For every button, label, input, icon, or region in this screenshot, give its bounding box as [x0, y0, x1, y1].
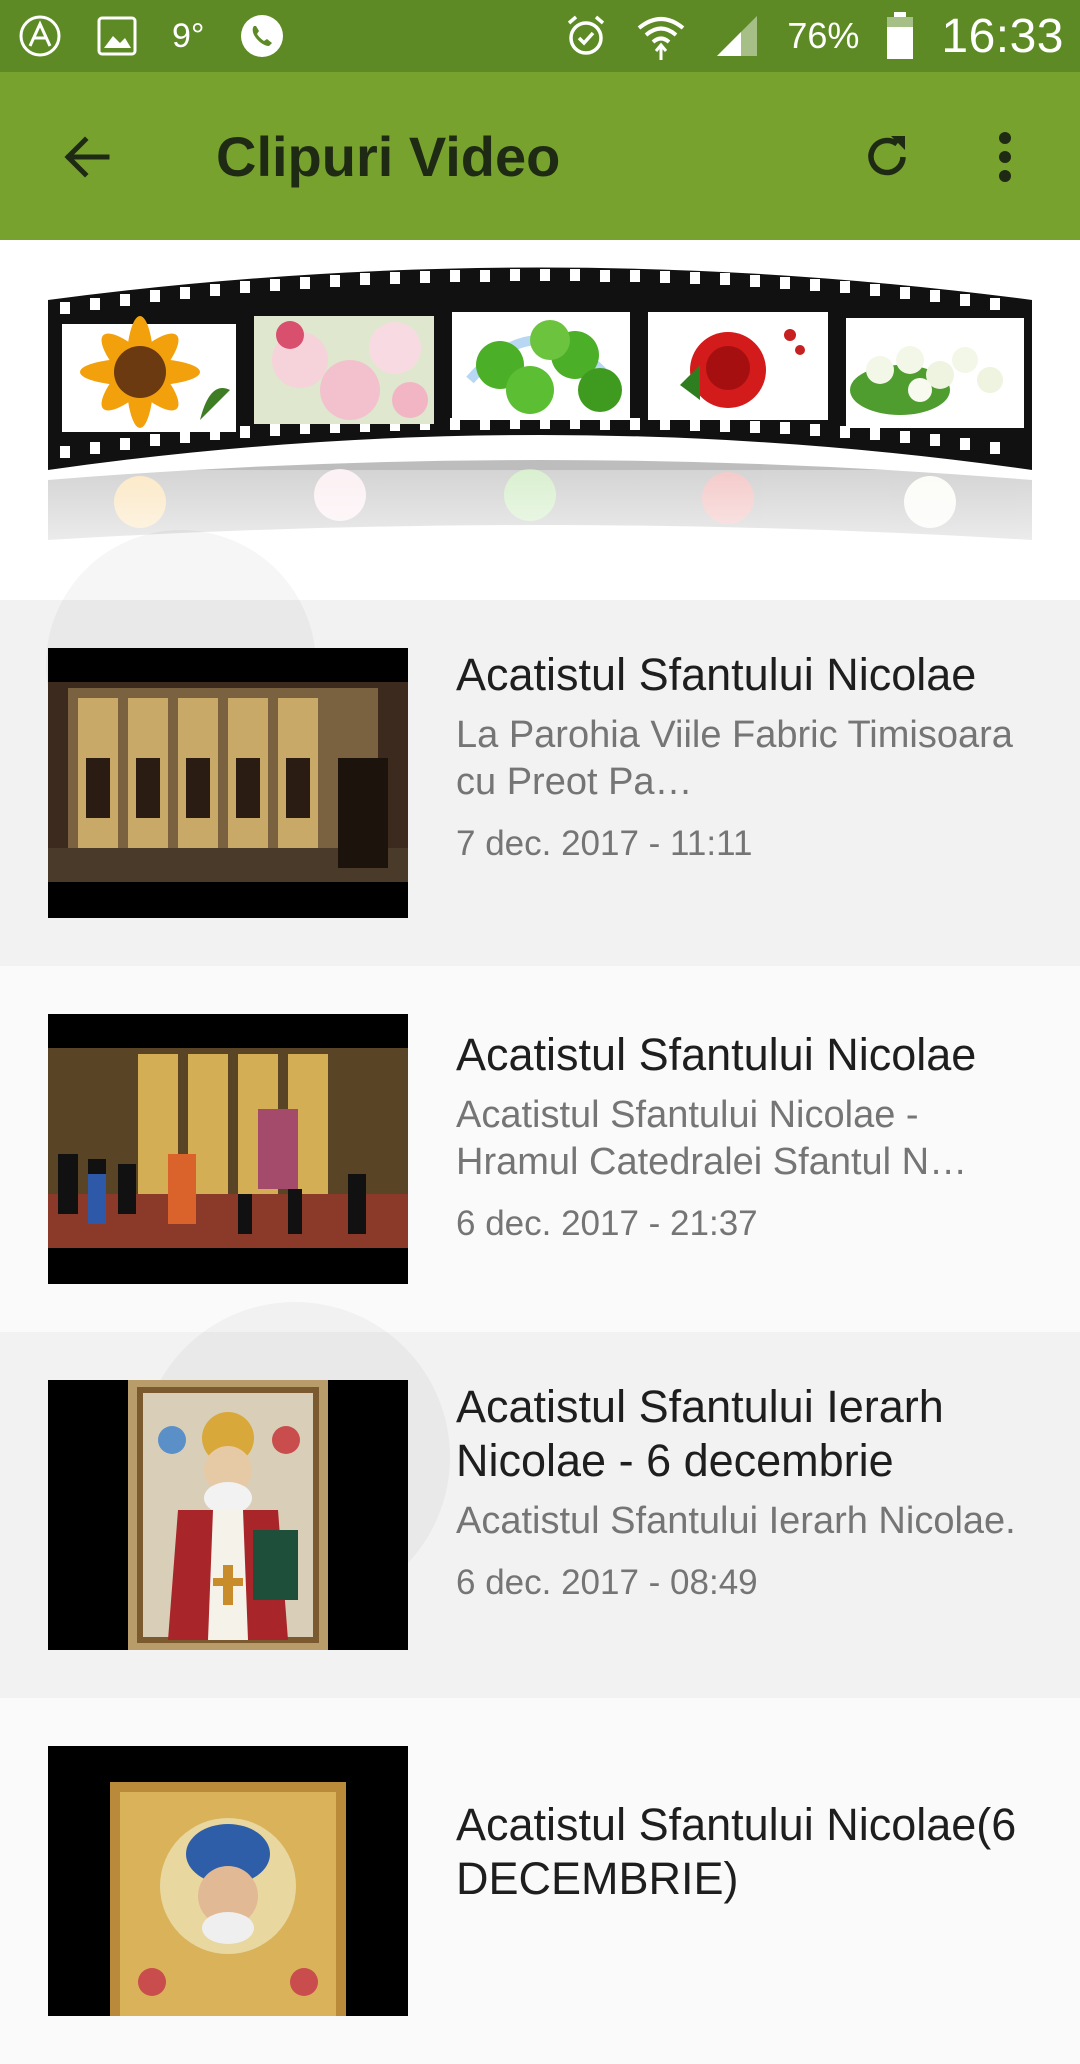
battery-percent: 76% [787, 15, 860, 56]
video-info: Acatistul Sfantului Nicolae La Parohia V… [456, 648, 1036, 864]
video-date: 6 dec. 2017 - 21:37 [456, 1204, 758, 1243]
video-title: Acatistul Sfantului Nicolae [456, 1029, 977, 1080]
video-list-item[interactable]: Acatistul Sfantului Ierarh Nicolae - 6 d… [0, 1332, 1080, 1698]
video-title: Acatistul Sfantului Nicolae [456, 649, 977, 700]
video-description: Acatistul Sfantului Ierarh Nicolae. [456, 1500, 1016, 1542]
blossom-picture [254, 316, 434, 424]
video-thumbnail[interactable] [48, 1014, 408, 1284]
video-title: Acatistul Sfantului Ierarh Nicolae - 6 d… [456, 1381, 944, 1486]
refresh-button[interactable] [852, 122, 922, 192]
video-list-item[interactable]: Acatistul Sfantului Nicolae Acatistul Sf… [0, 966, 1080, 1332]
video-date: 7 dec. 2017 - 11:11 [456, 824, 753, 863]
app-circle-icon [18, 14, 62, 58]
video-date: 6 dec. 2017 - 08:49 [456, 1563, 758, 1602]
back-button[interactable] [52, 122, 122, 192]
alarm-icon [563, 13, 609, 59]
video-thumbnail[interactable] [48, 1380, 408, 1650]
refresh-icon [868, 136, 906, 176]
page-title: Clipuri Video [216, 125, 561, 188]
video-description: Acatistul Sfantului Nicolae - Hramul Cat… [456, 1094, 968, 1183]
video-info: Acatistul Sfantului Nicolae(6 DECEMBRIE) [456, 1798, 1036, 1906]
battery-icon [885, 11, 915, 61]
video-thumbnail[interactable] [48, 648, 408, 918]
video-list-item[interactable]: Acatistul Sfantului Nicolae(6 DECEMBRIE) [0, 1698, 1080, 2064]
more-vert-icon [999, 132, 1011, 182]
arrow-back-icon [64, 136, 110, 178]
clock: 16:33 [941, 9, 1064, 63]
video-list: Acatistul Sfantului Nicolae La Parohia V… [0, 600, 1080, 2064]
app-bar: Clipuri Video [0, 72, 1080, 240]
temperature-text: 9° [172, 16, 205, 55]
video-thumbnail[interactable] [48, 1746, 408, 2016]
overflow-menu-button[interactable] [980, 122, 1030, 192]
video-description: La Parohia Viile Fabric Timisoara cu Pre… [456, 714, 1013, 803]
video-list-item[interactable]: Acatistul Sfantului Nicolae La Parohia V… [0, 600, 1080, 966]
video-info: Acatistul Sfantului Ierarh Nicolae - 6 d… [456, 1380, 1036, 1603]
image-icon [96, 15, 138, 57]
phone-icon [239, 13, 285, 59]
video-title: Acatistul Sfantului Nicolae(6 DECEMBRIE) [456, 1799, 1017, 1904]
status-bar: 9° 76% 16:33 [0, 0, 1080, 72]
wifi-icon [635, 12, 687, 60]
signal-icon [713, 14, 761, 58]
video-info: Acatistul Sfantului Nicolae Acatistul Sf… [456, 1028, 1036, 1244]
